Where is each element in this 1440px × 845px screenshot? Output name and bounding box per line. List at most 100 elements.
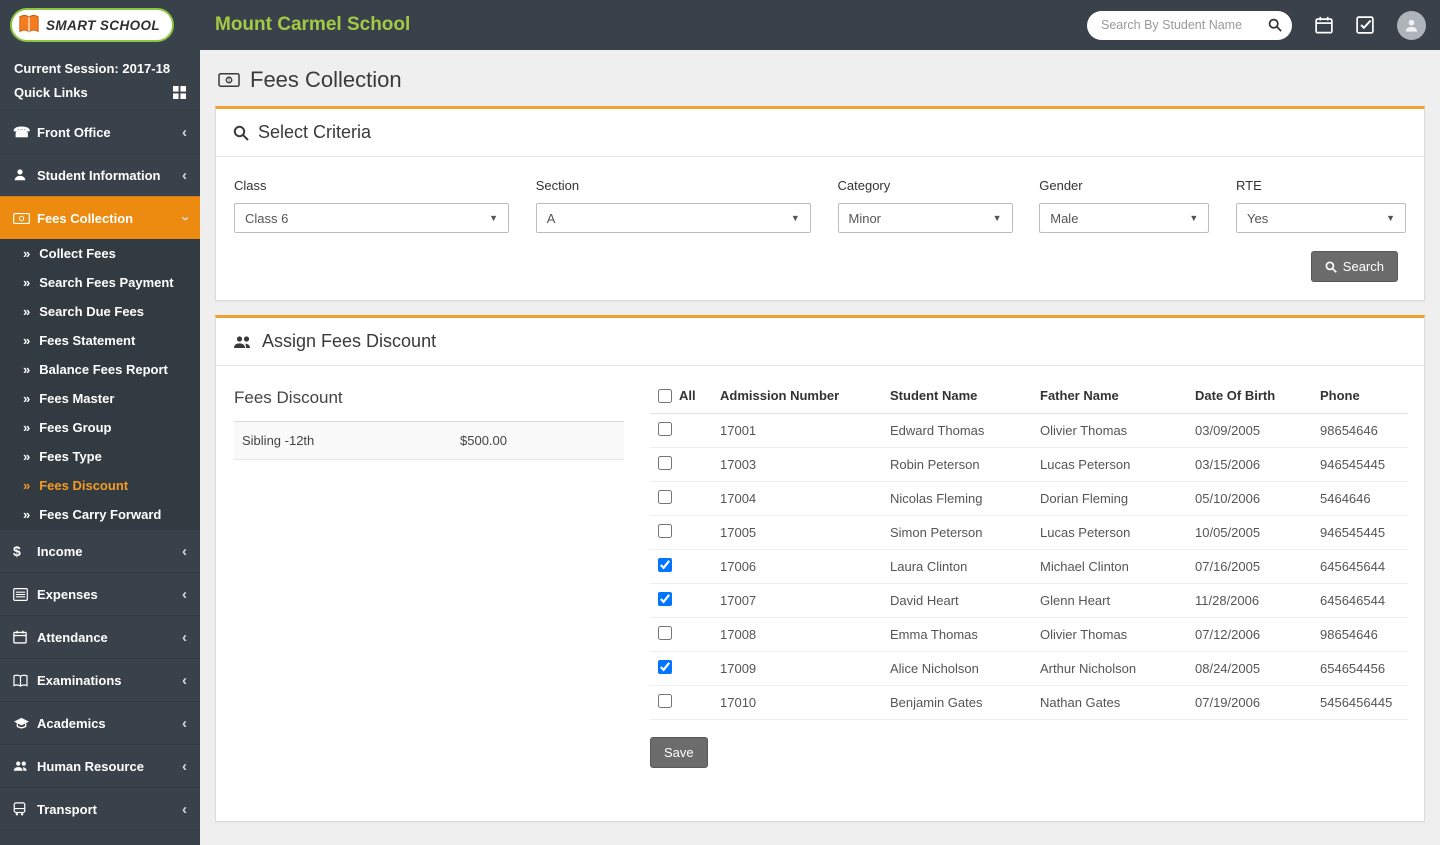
search-icon[interactable] [1268, 18, 1282, 32]
sidebar-item-label: Student Information [37, 167, 161, 183]
dob-cell: 07/16/2005 [1187, 549, 1312, 584]
submenu-item-fees-carry-forward[interactable]: » Fees Carry Forward [0, 500, 200, 529]
admission-cell: 17004 [712, 481, 882, 516]
submenu-item-collect-fees[interactable]: » Collect Fees [0, 239, 200, 268]
people-icon [13, 760, 37, 772]
calendar-icon[interactable] [1315, 16, 1333, 34]
sidebar-item-academics[interactable]: Academics ‹ [0, 701, 200, 744]
chevron-down-icon: ‹ [176, 215, 193, 221]
smart-school-logo[interactable]: SMART SCHOOL [10, 8, 175, 42]
quick-links[interactable]: Quick Links [0, 76, 200, 110]
criteria-form: Class Class 6 ▼ Section A ▼ Category Min… [216, 157, 1424, 239]
table-header-row: All Admission Number Student Name Father… [650, 378, 1408, 414]
father-cell: Arthur Nicholson [1032, 651, 1187, 686]
double-arrow-icon: » [23, 420, 31, 435]
assign-fees-discount-body: Fees Discount Sibling -12th $500.00 All [216, 366, 1424, 821]
select-all-checkbox[interactable] [658, 388, 672, 403]
submenu-label: Search Fees Payment [39, 275, 174, 290]
student-row-checkbox[interactable] [658, 592, 672, 606]
submenu-label: Fees Carry Forward [39, 507, 162, 522]
phone-cell: 645646544 [1312, 583, 1408, 618]
student-row: 17005 Simon Peterson Lucas Peterson 10/0… [650, 515, 1408, 550]
criteria-footer: Search [216, 239, 1424, 300]
assign-fees-discount-card: Assign Fees Discount Fees Discount Sibli… [215, 315, 1425, 822]
student-row: 17007 David Heart Glenn Heart 11/28/2006… [650, 583, 1408, 618]
phone-cell: 654654456 [1312, 651, 1408, 686]
assign-fees-discount-header: Assign Fees Discount [216, 318, 1424, 366]
grid-icon[interactable] [173, 86, 186, 99]
field-label: Section [535, 178, 580, 193]
student-row: 17006 Laura Clinton Michael Clinton 07/1… [650, 549, 1408, 584]
submenu-item-fees-type[interactable]: » Fees Type [0, 442, 200, 471]
sidebar-item-examinations[interactable]: Examinations ‹ [0, 658, 200, 701]
submenu-item-search-fees-payment[interactable]: » Search Fees Payment [0, 268, 200, 297]
submenu-item-balance-fees-report[interactable]: » Balance Fees Report [0, 355, 200, 384]
save-button[interactable]: Save [650, 737, 708, 768]
category-select[interactable]: Minor ▼ [837, 203, 1013, 233]
double-arrow-icon: » [23, 333, 31, 348]
submenu-item-fees-statement[interactable]: » Fees Statement [0, 326, 200, 355]
gender-select[interactable]: Male ▼ [1039, 203, 1210, 233]
student-row-checkbox[interactable] [658, 456, 672, 470]
task-check-icon[interactable] [1356, 16, 1374, 34]
save-button-label: Save [664, 745, 694, 760]
dob-cell: 08/24/2005 [1187, 651, 1312, 686]
phone-cell: 645645644 [1312, 549, 1408, 584]
student-row-checkbox[interactable] [658, 422, 672, 436]
admission-cell: 17001 [712, 413, 882, 448]
student-row-checkbox[interactable] [658, 524, 672, 538]
sidebar-item-human-resource[interactable]: Human Resource ‹ [0, 744, 200, 787]
student-row-checkbox[interactable] [658, 660, 672, 674]
admission-cell: 17009 [712, 651, 882, 686]
admission-cell: 17005 [712, 515, 882, 550]
student-search-input[interactable] [1101, 18, 1262, 32]
student-search [1087, 10, 1292, 40]
rte-select[interactable]: Yes ▼ [1236, 203, 1406, 233]
double-arrow-icon: » [23, 507, 31, 522]
chevron-left-icon: ‹ [182, 628, 187, 646]
admission-cell: 17006 [712, 549, 882, 584]
student-row-checkbox[interactable] [658, 490, 672, 504]
class-select[interactable]: Class 6 ▼ [234, 203, 509, 233]
graduation-cap-icon [13, 717, 37, 730]
sidebar-item-student-information[interactable]: Student Information ‹ [0, 153, 200, 196]
double-arrow-icon: » [23, 304, 31, 319]
sidebar-item-front-office[interactable]: ☎ Front Office ‹ [0, 110, 200, 153]
student-row-checkbox[interactable] [658, 626, 672, 640]
search-button-label: Search [1342, 259, 1384, 274]
double-arrow-icon: » [23, 246, 31, 261]
submenu-label: Fees Master [39, 391, 115, 406]
section-select[interactable]: A ▼ [535, 203, 811, 233]
sidebar-item-transport-2[interactable]: Transport ‹ [0, 830, 200, 845]
list-icon [13, 587, 37, 601]
submenu-item-fees-discount[interactable]: » Fees Discount [0, 471, 200, 500]
student-row-checkbox[interactable] [658, 694, 672, 708]
phone-cell: 98654646 [1312, 617, 1408, 652]
chevron-left-icon: ‹ [182, 585, 187, 603]
submenu-item-search-due-fees[interactable]: » Search Due Fees [0, 297, 200, 326]
column-student-name: Student Name [882, 378, 1032, 414]
sidebar-item-expenses[interactable]: Expenses ‹ [0, 572, 200, 615]
field-section: Section A ▼ [535, 178, 811, 233]
sidebar-item-fees-collection[interactable]: Fees Collection ‹ [0, 196, 200, 239]
sidebar-item-label: Transport [37, 801, 97, 817]
double-arrow-icon: » [23, 391, 31, 406]
field-label: Category [837, 178, 891, 193]
father-cell: Lucas Peterson [1032, 515, 1187, 550]
sidebar-item-income[interactable]: $ Income ‹ [0, 529, 200, 572]
admission-cell: 17003 [712, 447, 882, 482]
user-avatar[interactable] [1397, 10, 1426, 40]
discount-entry-row[interactable]: Sibling -12th $500.00 [234, 422, 624, 460]
current-session: Current Session: 2017-18 [14, 61, 171, 76]
sidebar-item-attendance[interactable]: Attendance ‹ [0, 615, 200, 658]
student-row-checkbox[interactable] [658, 558, 672, 572]
father-cell: Nathan Gates [1032, 685, 1187, 720]
submenu-item-fees-group[interactable]: » Fees Group [0, 413, 200, 442]
dob-cell: 07/12/2006 [1187, 617, 1312, 652]
caret-down-icon: ▼ [1189, 213, 1199, 223]
sidebar-item-transport[interactable]: Transport ‹ [0, 787, 200, 830]
banknote-icon: 1 [218, 73, 240, 87]
student-row: 17001 Edward Thomas Olivier Thomas 03/09… [650, 413, 1408, 448]
search-button[interactable]: Search [1310, 251, 1398, 282]
submenu-item-fees-master[interactable]: » Fees Master [0, 384, 200, 413]
